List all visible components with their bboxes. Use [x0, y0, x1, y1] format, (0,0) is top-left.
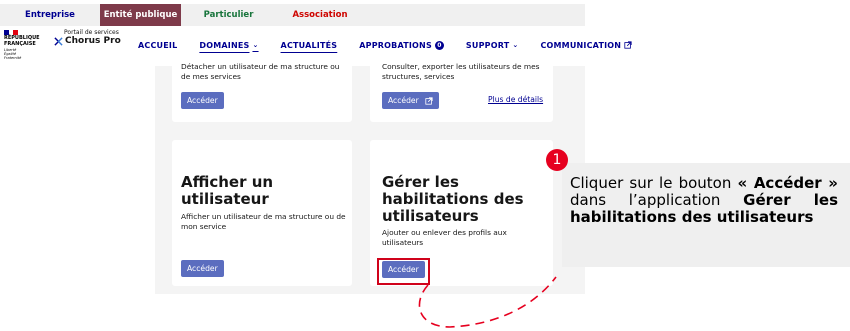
nav-support[interactable]: SUPPORT ⌄ — [466, 38, 519, 52]
nav-accueil-label: ACCUEIL — [138, 40, 178, 50]
main-nav: ACCUEIL DOMAINES ⌄ ACTUALITÉS APPROBATION… — [138, 38, 632, 52]
republique-logo[interactable]: RÉPUBLIQUE FRANÇAISE Liberté Égalité Fra… — [4, 30, 60, 64]
external-link-icon — [425, 96, 433, 105]
page: Entreprise Entité publique Particulier A… — [0, 0, 850, 331]
callout-button-name: « Accéder » — [737, 174, 838, 192]
card-description: Détacher un utilisateur de ma structure … — [181, 62, 340, 81]
chevron-down-icon: ⌄ — [252, 41, 259, 49]
card-afficher-utilisateur: Afficher un utilisateur Afficher un util… — [172, 140, 352, 286]
tab-entreprise[interactable]: Entreprise — [0, 4, 100, 26]
nav-domaines-label: DOMAINES — [199, 40, 250, 50]
nav-approbations-label: APPROBATIONS — [359, 40, 432, 50]
step-number-badge: 1 — [546, 149, 568, 171]
card-description: Consulter, exporter les utilisateurs de … — [382, 62, 540, 81]
portal-name: Chorus Pro — [54, 36, 134, 46]
plus-de-details-link[interactable]: Plus de détails — [488, 95, 543, 104]
approbations-count-badge: 0 — [434, 40, 444, 50]
external-link-icon — [624, 41, 632, 49]
chorus-logo-icon — [54, 36, 63, 46]
portal-name-label: Chorus Pro — [65, 36, 121, 46]
nav-approbations[interactable]: APPROBATIONS 0 — [359, 38, 444, 52]
nav-domaines[interactable]: DOMAINES ⌄ — [199, 38, 258, 52]
card-title: Gérer les habilitations des utilisateurs — [382, 173, 524, 225]
tab-entite-publique[interactable]: Entité publique — [100, 4, 181, 26]
republic-line-2: FRANÇAISE — [4, 40, 36, 47]
card-description: Ajouter ou enlever des profils aux utili… — [382, 228, 507, 247]
nav-actualites[interactable]: ACTUALITÉS — [281, 38, 338, 52]
audience-tabs: Entreprise Entité publique Particulier A… — [0, 4, 585, 26]
acceder-button[interactable]: Accéder — [181, 92, 224, 109]
nav-accueil[interactable]: ACCUEIL — [138, 38, 177, 52]
header: RÉPUBLIQUE FRANÇAISE Liberté Égalité Fra… — [0, 26, 632, 66]
motto: Liberté Égalité Fraternité — [4, 48, 60, 60]
portal-subtitle: Portail de services — [64, 29, 119, 36]
nav-support-label: SUPPORT — [465, 40, 510, 50]
acceder-external-button[interactable]: Accéder — [382, 92, 439, 109]
tiles-area: Détacher un utilisateur de ma structure … — [155, 62, 585, 294]
card-detacher-utilisateur: Détacher un utilisateur de ma structure … — [172, 62, 352, 122]
motto-fraternite: Fraternité — [4, 56, 22, 60]
tab-particulier[interactable]: Particulier — [181, 4, 276, 26]
nav-communication[interactable]: COMMUNICATION — [540, 38, 632, 52]
chevron-down-icon: ⌄ — [512, 41, 519, 49]
card-description: Afficher un utilisateur de ma structure … — [181, 212, 346, 231]
nav-actualites-label: ACTUALITÉS — [280, 40, 338, 50]
callout-text-mid: dans l’application — [570, 191, 744, 209]
acceder-button-label: Accéder — [388, 96, 419, 105]
tab-association[interactable]: Association — [276, 4, 364, 26]
card-consulter-utilisateurs: Consulter, exporter les utilisateurs de … — [370, 62, 553, 122]
portal-logo[interactable]: Portail de services Chorus Pro — [54, 29, 134, 46]
card-title: Afficher un utilisateur — [181, 173, 274, 208]
instruction-callout: Cliquer sur le bouton « Accéder » dans l… — [562, 163, 850, 267]
acceder-button[interactable]: Accéder — [181, 260, 224, 277]
acceder-button-label: Accéder — [187, 96, 218, 105]
dashed-curve-annotation — [418, 276, 557, 328]
acceder-button-label: Accéder — [187, 264, 218, 273]
callout-text-start: Cliquer sur le bouton — [570, 174, 738, 192]
nav-communication-label: COMMUNICATION — [540, 40, 622, 50]
